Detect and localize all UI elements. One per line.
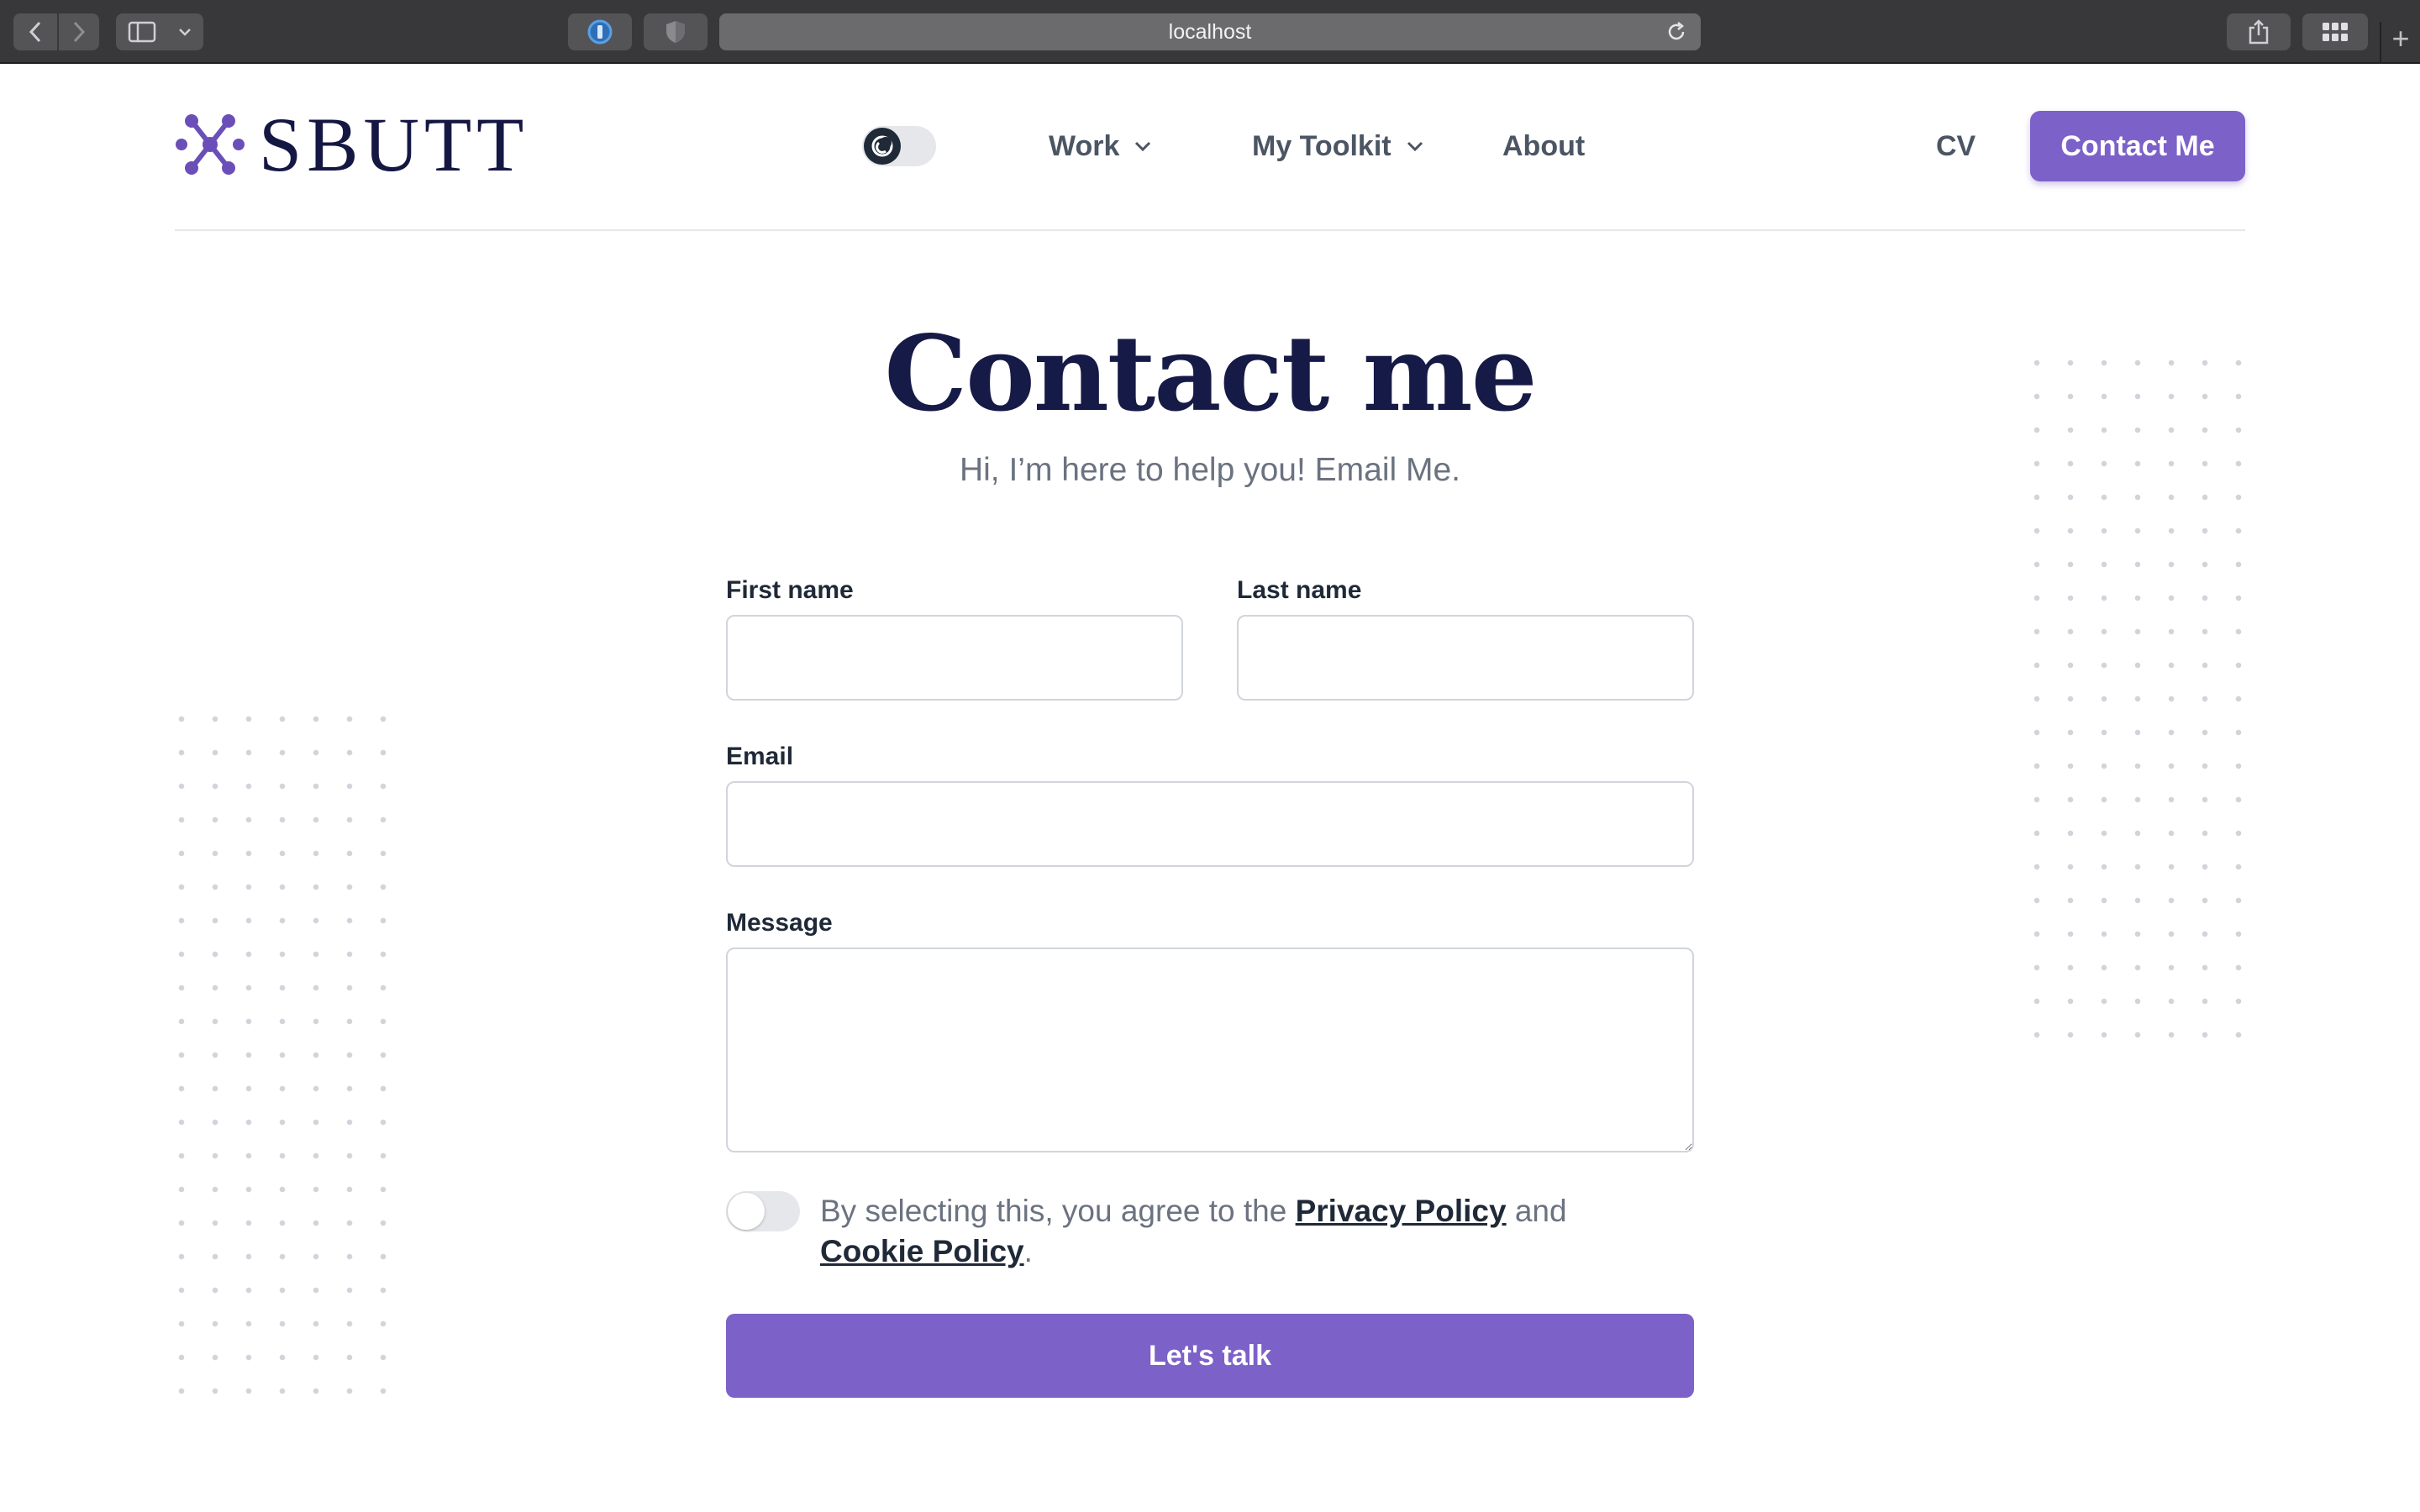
nav-work[interactable]: Work [1049,128,1151,165]
forward-button[interactable] [59,13,99,50]
sidebar-icon [128,21,156,43]
cookie-policy-link[interactable]: Cookie Policy [820,1234,1024,1268]
logo-mark-icon [176,114,245,175]
lets-talk-submit-button[interactable]: Let's talk [726,1314,1694,1398]
nav-about-label: About [1502,129,1586,162]
nav-cv-label: CV [1936,129,1976,162]
header-divider [175,229,2245,231]
first-name-label: First name [726,576,854,604]
privacy-policy-link[interactable]: Privacy Policy [1296,1194,1507,1228]
nav-about[interactable]: About [1502,128,1585,165]
last-name-input[interactable] [1237,615,1694,701]
chevron-down-icon [1407,141,1423,151]
password-manager-icon [587,19,613,45]
email-input[interactable] [726,781,1694,867]
message-label: Message [726,909,833,937]
page-subtitle: Hi, I’m here to help you! Email Me. [959,452,1461,488]
consent-text: By selecting this, you agree to the Priv… [820,1191,1677,1272]
shield-icon [666,21,685,43]
reload-icon[interactable] [1665,21,1687,43]
chevron-right-icon [73,21,86,43]
first-name-input[interactable] [726,615,1183,701]
new-tab-button[interactable]: + [2380,22,2420,62]
last-name-label: Last name [1237,576,1362,604]
email-label: Email [726,743,794,770]
nav-toolkit-label: My Toolkit [1252,129,1392,162]
nav-work-label: Work [1049,129,1120,162]
chevron-down-icon [1135,141,1151,151]
chevron-down-icon [179,29,191,36]
logo-text: SBUTT [259,102,529,187]
grid-icon [2323,23,2348,41]
nav-my-toolkit[interactable]: My Toolkit [1252,128,1423,165]
share-icon [2249,19,2269,45]
nav-cv[interactable]: CV [1936,128,1975,165]
contact-me-button[interactable]: Contact Me [2030,111,2245,181]
privacy-extension-button[interactable] [644,13,708,50]
consent-prefix: By selecting this, you agree to the [820,1194,1287,1228]
sidebar-toggle-button[interactable] [116,13,203,50]
share-button[interactable] [2227,13,2291,50]
toggle-knob [728,1193,765,1230]
back-button[interactable] [13,13,57,50]
moon-icon [871,135,893,157]
message-textarea[interactable] [726,948,1694,1152]
page-title: Contact me [884,313,1537,435]
consent-and: and [1514,1194,1567,1228]
consent-suffix: . [1023,1234,1033,1268]
url-text: localhost [1168,19,1252,44]
tab-overview-button[interactable] [2302,13,2368,50]
chevron-left-icon [29,21,41,43]
password-extension-button[interactable] [568,13,632,50]
address-bar[interactable]: localhost [719,13,1701,50]
dark-mode-toggle[interactable] [862,126,936,166]
toggle-knob [864,128,901,165]
policy-consent-toggle[interactable] [726,1191,800,1231]
browser-toolbar: localhost + [0,0,2420,64]
site-logo[interactable]: SBUTT [175,102,529,187]
decorative-dot-grid-left [165,702,400,1408]
